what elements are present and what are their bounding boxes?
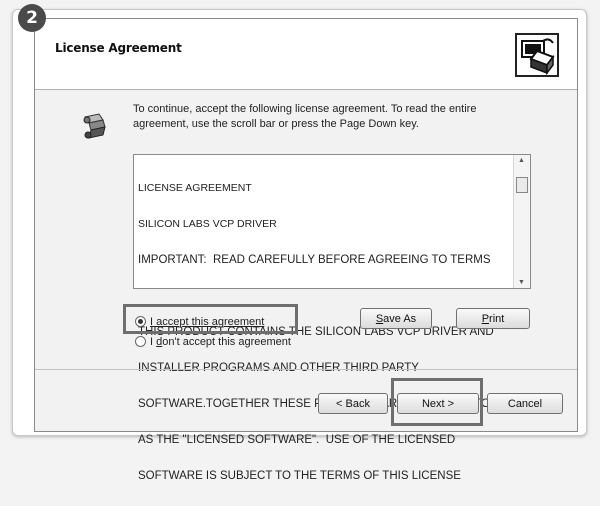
license-scrollbar[interactable]: ▲ ▼ (513, 155, 530, 288)
license-scroll-icon (79, 111, 109, 141)
cancel-button[interactable]: Cancel (487, 393, 563, 414)
license-line: SOFTWARE IS SUBJECT TO THE TERMS OF THIS… (138, 470, 461, 482)
license-line: LICENSE AGREEMENT (138, 182, 252, 194)
license-line: INSTALLER PROGRAMS AND OTHER THIRD PARTY (138, 362, 419, 374)
decline-radio-option[interactable]: I don't accept this agreement (135, 334, 291, 349)
license-dialog: License Agreement To continue, accept th… (34, 18, 578, 482)
save-as-button[interactable]: Save As (360, 308, 432, 329)
print-button[interactable]: Print (456, 308, 530, 329)
dialog-title: License Agreement (55, 41, 182, 55)
dialog-header: License Agreement (35, 19, 577, 90)
footer-divider (35, 369, 577, 370)
accept-option-highlight (123, 304, 298, 334)
decline-radio-label[interactable]: I don't accept this agreement (150, 336, 291, 348)
step-number-badge: 2 (18, 4, 46, 32)
intro-text: To continue, accept the following licens… (133, 103, 477, 130)
scroll-thumb[interactable] (516, 177, 528, 193)
license-line: SILICON LABS VCP DRIVER (138, 218, 277, 230)
computer-box-icon (515, 33, 559, 77)
decline-radio-button[interactable] (135, 336, 146, 347)
license-line (138, 290, 506, 302)
scroll-down-arrow-icon[interactable]: ▼ (518, 279, 525, 286)
next-button-highlight (391, 378, 483, 426)
license-line: IMPORTANT: READ CAREFULLY BEFORE AGREEIN… (138, 254, 491, 266)
back-button[interactable]: < Back (318, 393, 388, 414)
scroll-up-arrow-icon[interactable]: ▲ (518, 157, 525, 164)
license-line: AS THE "LICENSED SOFTWARE". USE OF THE L… (138, 434, 456, 446)
license-text-area[interactable]: LICENSE AGREEMENT SILICON LABS VCP DRIVE… (133, 154, 531, 482)
